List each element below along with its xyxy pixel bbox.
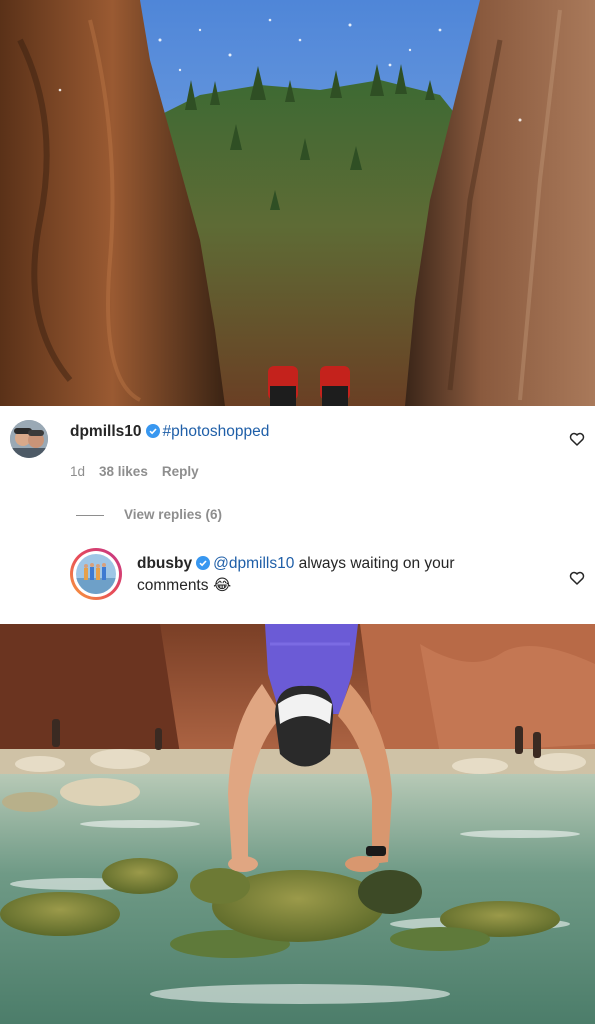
comment-dpmills10: dpmills10 #photoshopped 1d 38 likes Reply V… [0,406,595,526]
bottom-post-image[interactable] [0,624,595,1024]
avatar[interactable] [10,420,48,458]
avatar [76,554,116,594]
comment-body: dpmills10 #photoshopped [70,423,269,441]
comment-text-line2: comments [137,577,209,594]
username[interactable]: dbusby [137,555,192,572]
comments-section: dpmills10 #photoshopped 1d 38 likes Reply V… [0,406,595,624]
verified-badge-icon [196,556,211,570]
river-handstand-photo [0,624,595,1024]
view-replies-button[interactable]: View replies (6) [76,507,222,522]
comment-meta: 1d 38 likes Reply [70,464,213,479]
avatar-story-ring[interactable] [70,548,122,600]
verified-badge-icon [145,424,160,438]
comment-dbusby: dbusby @dpmills10 always waiting on your c… [0,536,595,624]
reply-button[interactable]: Reply [162,464,199,479]
mention-link[interactable]: @dpmills10 [213,555,294,572]
comment-likes[interactable]: 38 likes [99,464,148,479]
avatar-photo [10,420,48,458]
hashtag-link[interactable]: #photoshopped [163,423,270,440]
heart-outline-icon[interactable] [569,570,585,586]
laughing-emoji: 😂 [212,577,232,594]
comment-time: 1d [70,464,86,479]
replies-divider [76,514,104,516]
username[interactable]: dpmills10 [70,423,142,440]
comment-text-line1: always waiting on your [294,555,455,572]
comment-body: dbusby @dpmills10 always waiting on your c… [137,553,537,597]
view-replies-label: View replies (6) [124,507,223,522]
top-post-image[interactable] [0,0,595,406]
canyon-photo [0,0,595,406]
heart-outline-icon[interactable] [569,431,585,447]
